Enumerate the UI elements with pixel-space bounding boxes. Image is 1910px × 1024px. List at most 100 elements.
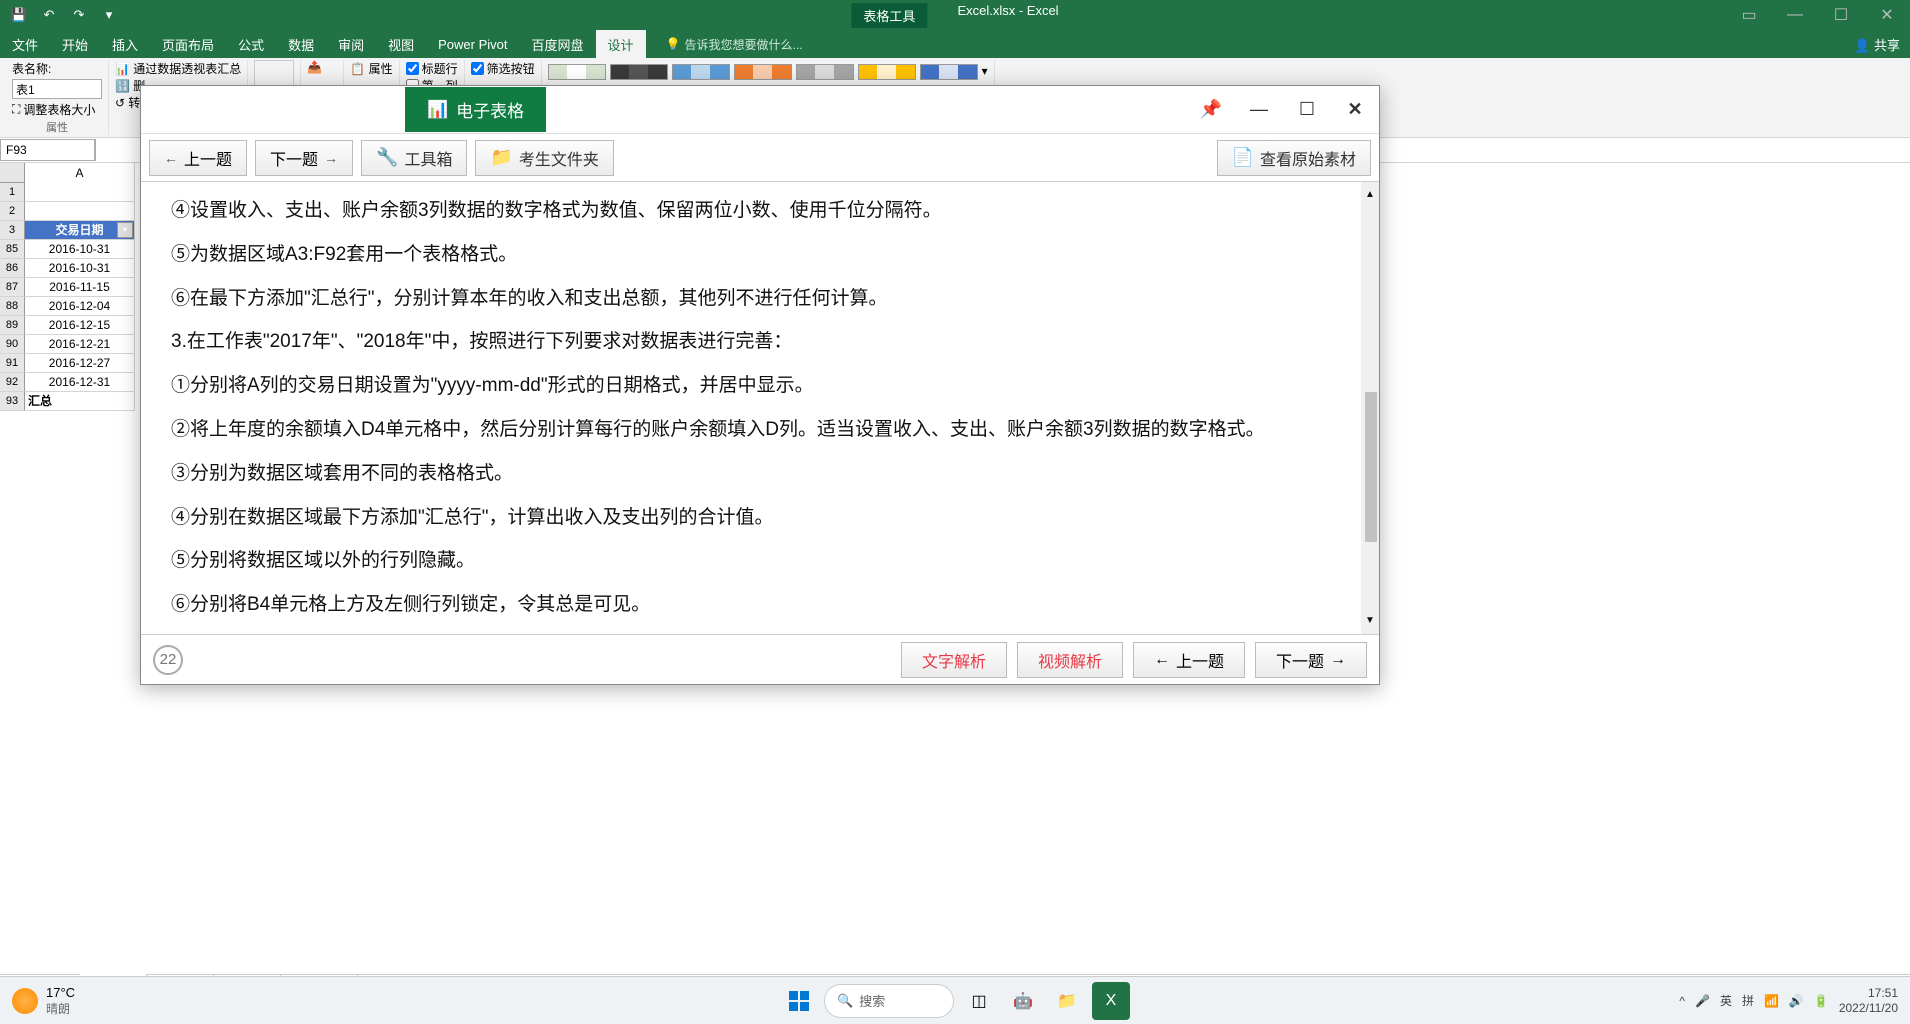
cell[interactable]: 2016-12-31 bbox=[25, 373, 135, 392]
tab-powerpivot[interactable]: Power Pivot bbox=[426, 32, 519, 57]
close-icon[interactable]: ✕ bbox=[1864, 0, 1910, 30]
row-header[interactable]: 3 bbox=[0, 221, 25, 240]
row-header[interactable]: 91 bbox=[0, 354, 25, 373]
row-header[interactable]: 86 bbox=[0, 259, 25, 278]
row-header[interactable]: 2 bbox=[0, 202, 25, 221]
view-original-button[interactable]: 📄查看原始素材 bbox=[1217, 140, 1371, 176]
next-question-button[interactable]: 下一题→ bbox=[255, 140, 353, 176]
row-header[interactable]: 93 bbox=[0, 392, 25, 411]
cell[interactable]: 2016-12-21 bbox=[25, 335, 135, 354]
col-header-A[interactable]: A bbox=[25, 163, 135, 183]
tell-me-search[interactable]: 💡 告诉我您想要做什么... bbox=[666, 36, 803, 53]
modal-maximize-icon[interactable]: ☐ bbox=[1283, 86, 1331, 134]
name-box[interactable]: F93 bbox=[0, 139, 95, 161]
cell[interactable] bbox=[25, 183, 135, 202]
row-header[interactable]: 88 bbox=[0, 297, 25, 316]
tab-baidu[interactable]: 百度网盘 bbox=[520, 30, 596, 59]
modal-close-icon[interactable]: ✕ bbox=[1331, 86, 1379, 134]
file-explorer-icon[interactable]: 📁 bbox=[1048, 982, 1086, 1020]
clock[interactable]: 17:51 2022/11/20 bbox=[1839, 986, 1898, 1015]
minimize-icon[interactable]: — bbox=[1772, 0, 1818, 30]
app-icon-1[interactable]: 🤖 bbox=[1004, 982, 1042, 1020]
cell[interactable]: 交易日期▾ bbox=[25, 221, 135, 240]
name-box-dropdown-icon[interactable] bbox=[95, 139, 113, 161]
taskbar-search[interactable]: 🔍 搜索 bbox=[824, 984, 954, 1018]
tab-home[interactable]: 开始 bbox=[50, 30, 100, 59]
tab-insert[interactable]: 插入 bbox=[100, 30, 150, 59]
properties-button[interactable]: 📋 属性 bbox=[350, 60, 392, 77]
tab-layout[interactable]: 页面布局 bbox=[150, 30, 226, 59]
ime-en[interactable]: 英 bbox=[1720, 992, 1732, 1009]
ime-pinyin[interactable]: 拼 bbox=[1742, 992, 1754, 1009]
cell[interactable] bbox=[25, 202, 135, 221]
modal-title-tab: 📊 电子表格 bbox=[405, 87, 546, 132]
cell[interactable]: 2016-10-31 bbox=[25, 259, 135, 278]
select-all-corner[interactable] bbox=[0, 163, 25, 183]
table-style-7[interactable] bbox=[920, 64, 978, 80]
table-style-3[interactable] bbox=[672, 64, 730, 80]
share-button[interactable]: 👤 共享 bbox=[1854, 35, 1900, 54]
question-line: ⑤为数据区域A3:F92套用一个表格格式。 bbox=[171, 234, 1349, 276]
table-name-input[interactable] bbox=[12, 79, 102, 99]
weather-widget[interactable]: 17°C 晴朗 bbox=[12, 985, 75, 1017]
row-header[interactable]: 90 bbox=[0, 335, 25, 354]
footer-prev-button[interactable]: ←上一题 bbox=[1133, 642, 1245, 678]
filter-button-checkbox[interactable]: 筛选按钮 bbox=[471, 60, 535, 77]
table-style-5[interactable] bbox=[796, 64, 854, 80]
text-analysis-button[interactable]: 文字解析 bbox=[901, 642, 1007, 678]
ribbon-options-icon[interactable]: ▭ bbox=[1726, 0, 1772, 30]
excel-taskbar-icon[interactable]: X bbox=[1092, 982, 1130, 1020]
footer-next-button[interactable]: 下一题→ bbox=[1255, 642, 1367, 678]
video-analysis-button[interactable]: 视频解析 bbox=[1017, 642, 1123, 678]
undo-icon[interactable]: ↶ bbox=[38, 4, 60, 26]
filter-dropdown-icon[interactable]: ▾ bbox=[117, 222, 133, 238]
table-style-6[interactable] bbox=[858, 64, 916, 80]
table-styles-more-icon[interactable]: ▾ bbox=[982, 64, 988, 78]
modal-minimize-icon[interactable]: — bbox=[1235, 86, 1283, 134]
header-row-checkbox[interactable]: 标题行 bbox=[406, 60, 458, 77]
tray-chevron-icon[interactable]: ^ bbox=[1679, 994, 1685, 1008]
tab-formulas[interactable]: 公式 bbox=[226, 30, 276, 59]
cell[interactable]: 2016-12-04 bbox=[25, 297, 135, 316]
prev-question-button[interactable]: ←上一题 bbox=[149, 140, 247, 176]
save-icon[interactable]: 💾 bbox=[8, 4, 30, 26]
table-style-1[interactable] bbox=[548, 64, 606, 80]
tab-view[interactable]: 视图 bbox=[376, 30, 426, 59]
scroll-thumb[interactable] bbox=[1365, 392, 1377, 542]
tab-file[interactable]: 文件 bbox=[0, 30, 50, 59]
row-header[interactable]: 92 bbox=[0, 373, 25, 392]
wifi-icon[interactable]: 📶 bbox=[1764, 994, 1779, 1008]
weather-text: 晴朗 bbox=[46, 1000, 75, 1017]
tab-design[interactable]: 设计 bbox=[596, 30, 646, 59]
convert-button[interactable]: ↺ 转 bbox=[115, 94, 140, 111]
tab-data[interactable]: 数据 bbox=[276, 30, 326, 59]
task-view-icon[interactable]: ◫ bbox=[960, 982, 998, 1020]
toolbox-button[interactable]: 🔧工具箱 bbox=[361, 140, 467, 176]
tab-review[interactable]: 审阅 bbox=[326, 30, 376, 59]
cell[interactable]: 2016-11-15 bbox=[25, 278, 135, 297]
modal-scrollbar[interactable]: ▲ ▼ bbox=[1361, 182, 1379, 634]
start-button[interactable] bbox=[780, 982, 818, 1020]
redo-icon[interactable]: ↷ bbox=[68, 4, 90, 26]
qat-dropdown-icon[interactable]: ▾ bbox=[98, 4, 120, 26]
cell[interactable]: 2016-12-15 bbox=[25, 316, 135, 335]
pin-icon[interactable]: 📌 bbox=[1187, 86, 1235, 134]
volume-icon[interactable]: 🔊 bbox=[1789, 994, 1804, 1008]
pivot-summary-button[interactable]: 📊 通过数据透视表汇总 bbox=[115, 60, 241, 77]
row-header[interactable]: 1 bbox=[0, 183, 25, 202]
mic-icon[interactable]: 🎤 bbox=[1695, 994, 1710, 1008]
row-header[interactable]: 85 bbox=[0, 240, 25, 259]
row-header[interactable]: 89 bbox=[0, 316, 25, 335]
battery-icon[interactable]: 🔋 bbox=[1814, 994, 1829, 1008]
maximize-icon[interactable]: ☐ bbox=[1818, 0, 1864, 30]
resize-table-button[interactable]: ⛶ 调整表格大小 bbox=[12, 101, 102, 118]
table-style-4[interactable] bbox=[734, 64, 792, 80]
scroll-up-icon[interactable]: ▲ bbox=[1365, 184, 1375, 206]
cell[interactable]: 汇总 bbox=[25, 392, 135, 411]
scroll-down-icon[interactable]: ▼ bbox=[1365, 610, 1375, 632]
cell[interactable]: 2016-10-31 bbox=[25, 240, 135, 259]
table-style-2[interactable] bbox=[610, 64, 668, 80]
cell[interactable]: 2016-12-27 bbox=[25, 354, 135, 373]
exam-folder-button[interactable]: 📁考生文件夹 bbox=[475, 140, 613, 176]
row-header[interactable]: 87 bbox=[0, 278, 25, 297]
